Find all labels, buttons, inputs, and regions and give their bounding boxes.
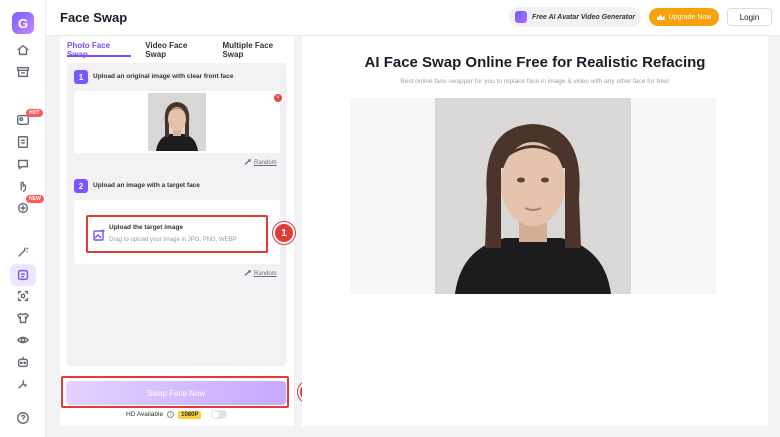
random-label: Random bbox=[254, 270, 277, 277]
hd-option-row: HD Available i 1080P bbox=[126, 410, 228, 419]
info-icon[interactable]: i bbox=[167, 411, 175, 418]
crown-icon bbox=[656, 14, 665, 20]
step-1-number: 1 bbox=[74, 70, 88, 84]
top-bar: Face Swap Free AI Avatar Video Generator… bbox=[46, 0, 780, 36]
swap-face-now-button[interactable]: Swap Face Now bbox=[66, 381, 286, 405]
target-image-card: Upload the target image Drag to upload y… bbox=[74, 200, 280, 264]
help-icon[interactable] bbox=[15, 410, 31, 426]
hand-icon[interactable] bbox=[15, 178, 31, 194]
callout-1: 1 bbox=[273, 222, 295, 244]
preview-face-image bbox=[435, 98, 631, 294]
upload-title: Upload the target image bbox=[109, 224, 184, 231]
video-generator-icon bbox=[515, 11, 527, 23]
random-target-link[interactable]: Random bbox=[244, 270, 277, 277]
app-logo[interactable]: G bbox=[12, 12, 34, 34]
tool-icon[interactable] bbox=[15, 376, 31, 392]
swap-mode-tabs: Photo Face Swap Video Face Swap Multiple… bbox=[67, 41, 294, 59]
image-upload-icon bbox=[93, 228, 105, 241]
hero-subtitle: Best online face swapper for you to repl… bbox=[400, 78, 670, 85]
new-badge: NEW bbox=[26, 195, 44, 203]
original-face-thumbnail bbox=[148, 93, 206, 151]
step-2-text: Upload an image with a target face bbox=[93, 182, 200, 189]
step-2-number: 2 bbox=[74, 179, 88, 193]
archive-icon[interactable] bbox=[15, 64, 31, 80]
shirt-icon[interactable] bbox=[15, 310, 31, 326]
face-swap-icon[interactable] bbox=[10, 264, 36, 286]
page-title: Face Swap bbox=[60, 10, 128, 25]
tab-video-face-swap[interactable]: Video Face Swap bbox=[145, 41, 208, 59]
hero-title: AI Face Swap Online Free for Realistic R… bbox=[364, 54, 706, 71]
preview-area: AI Face Swap Online Free for Realistic R… bbox=[302, 36, 768, 426]
random-label: Random bbox=[254, 159, 277, 166]
tab-photo-face-swap[interactable]: Photo Face Swap bbox=[67, 41, 132, 59]
home-icon[interactable] bbox=[15, 42, 31, 58]
preview-stage bbox=[350, 98, 716, 294]
left-nav-rail: G HOT NEW bbox=[0, 0, 46, 437]
swap-settings-panel: Photo Face Swap Video Face Swap Multiple… bbox=[60, 36, 294, 426]
target-image-dropzone[interactable]: Upload the target image Drag to upload y… bbox=[86, 215, 268, 253]
scan-icon[interactable] bbox=[15, 288, 31, 304]
promo-text: Free AI Avatar Video Generator bbox=[532, 13, 636, 21]
robot-icon[interactable] bbox=[15, 354, 31, 370]
document-icon[interactable] bbox=[15, 134, 31, 150]
chat-icon[interactable] bbox=[15, 156, 31, 172]
tab-multiple-face-swap[interactable]: Multiple Face Swap bbox=[222, 41, 294, 59]
page-margin bbox=[768, 36, 780, 437]
avatar-video-promo-button[interactable]: Free AI Avatar Video Generator bbox=[509, 7, 641, 27]
hd-label: HD Available bbox=[126, 411, 164, 418]
magic-icon[interactable] bbox=[15, 244, 31, 260]
random-original-link[interactable]: Random bbox=[244, 159, 277, 166]
upload-hint: Drag to upload your image in JPG, PNG, W… bbox=[109, 237, 237, 243]
shuffle-icon bbox=[244, 270, 251, 276]
original-image-card[interactable]: × bbox=[74, 91, 282, 153]
hot-badge: HOT bbox=[26, 109, 43, 117]
eye-icon[interactable] bbox=[15, 332, 31, 348]
step-1-text: Upload an original image with clear fron… bbox=[93, 73, 234, 80]
hd-resolution-badge: 1080P bbox=[178, 410, 202, 419]
upload-steps-area: 1 Upload an original image with clear fr… bbox=[67, 63, 287, 366]
remove-image-button[interactable]: × bbox=[274, 94, 282, 102]
upgrade-button[interactable]: Upgrade Now bbox=[649, 8, 719, 26]
hd-toggle[interactable] bbox=[211, 410, 228, 419]
upgrade-label: Upgrade Now bbox=[668, 13, 712, 21]
login-button[interactable]: Login bbox=[727, 8, 772, 26]
shuffle-icon bbox=[244, 159, 251, 165]
